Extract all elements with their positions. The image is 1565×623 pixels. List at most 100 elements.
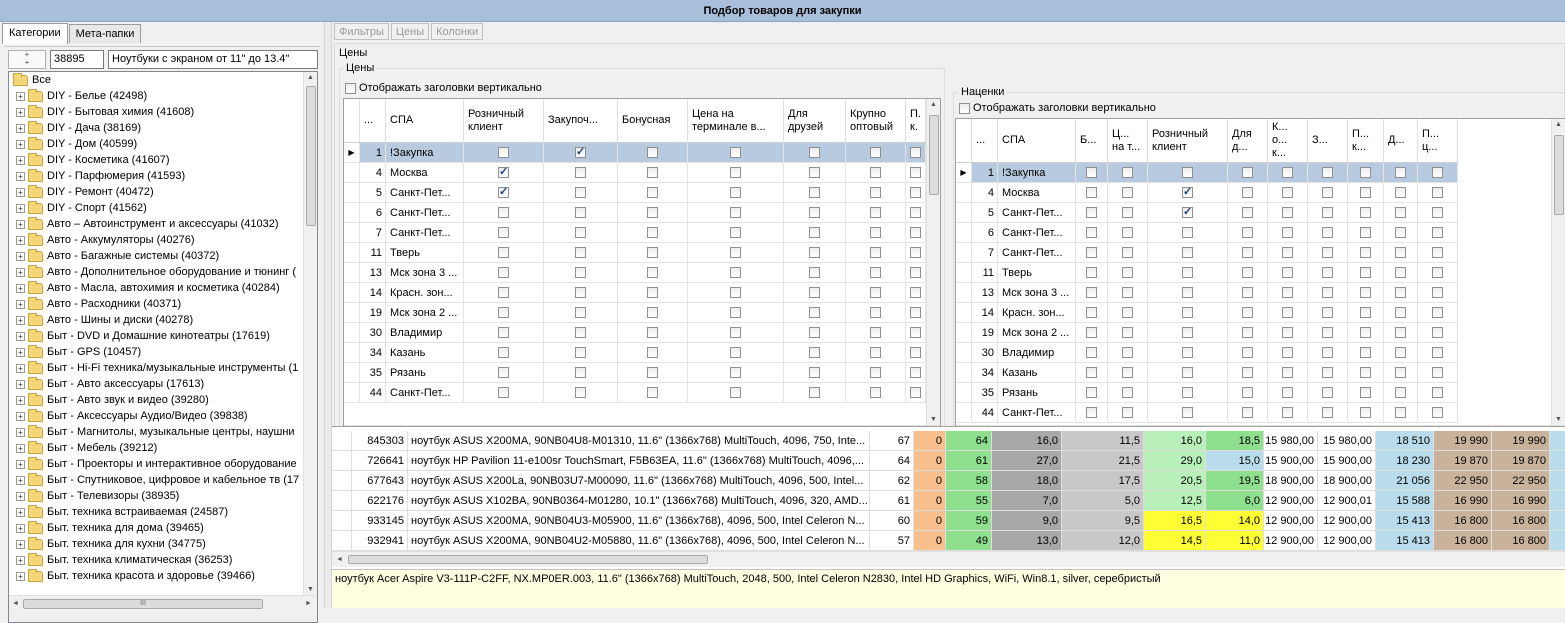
tree-item[interactable]: + Быт. техника встраиваемая (24587) [9, 504, 305, 520]
grid-row[interactable]: 19 Мск зона 2 ... [956, 323, 1458, 343]
tree-item[interactable]: + Быт. техника климатическая (36253) [9, 552, 305, 568]
grid-row[interactable]: 7 Санкт-Пет... [344, 223, 926, 243]
tree-item[interactable]: + DIY - Дача (38169) [9, 120, 305, 136]
checkbox[interactable] [575, 187, 586, 198]
checkbox[interactable] [910, 247, 921, 258]
checkbox[interactable] [575, 145, 586, 158]
checkbox[interactable] [870, 227, 881, 238]
checkbox[interactable] [498, 387, 509, 398]
checkbox[interactable] [1182, 307, 1193, 318]
column-header[interactable]: П. к. [906, 99, 926, 142]
category-name-field[interactable]: Ноутбуки с экраном от 11" до 13.4" [108, 50, 318, 69]
checkbox[interactable] [870, 187, 881, 198]
grid-row[interactable]: ▶ 1 !Закупка [344, 143, 926, 163]
checkbox[interactable] [809, 387, 820, 398]
products-hscroll-thumb[interactable] [348, 555, 708, 564]
column-header[interactable]: Бонусная [618, 99, 688, 142]
prices-vertical-scrollbar[interactable]: ▲ ▼ [926, 99, 940, 425]
expand-plus-icon[interactable]: + [16, 379, 25, 389]
checkbox[interactable] [870, 347, 881, 358]
tree-item[interactable]: + Авто - Расходники (40371) [9, 296, 305, 312]
checkbox[interactable] [1086, 247, 1097, 258]
checkbox[interactable] [1122, 247, 1133, 258]
product-row[interactable]: 845303 ноутбук ASUS X200MA, 90NB04U8-M013… [332, 431, 1565, 451]
checkbox[interactable] [809, 267, 820, 278]
checkbox[interactable] [575, 227, 586, 238]
tree-root[interactable]: Все [9, 72, 305, 88]
checkbox[interactable] [498, 185, 509, 198]
checkbox[interactable] [647, 227, 658, 238]
checkbox[interactable] [1242, 187, 1253, 198]
tree-item[interactable]: + Быт - Спутниковое, цифровое и кабельное… [9, 472, 305, 488]
checkbox[interactable] [498, 247, 509, 258]
checkbox[interactable] [1182, 227, 1193, 238]
checkbox[interactable] [1360, 247, 1371, 258]
expand-plus-icon[interactable]: + [16, 459, 25, 469]
expand-plus-icon[interactable]: + [16, 523, 25, 533]
checkbox[interactable] [1395, 187, 1406, 198]
checkbox[interactable] [1282, 247, 1293, 258]
tree-item[interactable]: + DIY - Спорт (41562) [9, 200, 305, 216]
checkbox[interactable] [1122, 307, 1133, 318]
checkbox[interactable] [1086, 307, 1097, 318]
checkbox[interactable] [1432, 367, 1443, 378]
scroll-left-icon[interactable]: ◄ [12, 600, 19, 607]
checkbox[interactable] [1242, 167, 1253, 178]
checkbox[interactable] [647, 287, 658, 298]
checkbox[interactable] [730, 267, 741, 278]
tree-item[interactable]: + Быт - Аксессуары Аудио/Видео (39838) [9, 408, 305, 424]
tree-item[interactable]: + DIY - Дом (40599) [9, 136, 305, 152]
checkbox[interactable] [910, 167, 921, 178]
checkbox[interactable] [1122, 327, 1133, 338]
checkbox[interactable] [910, 327, 921, 338]
checkbox[interactable] [1242, 327, 1253, 338]
checkbox[interactable] [1122, 267, 1133, 278]
checkbox[interactable] [498, 307, 509, 318]
checkbox[interactable] [1086, 187, 1097, 198]
grid-row[interactable]: 13 Мск зона 3 ... [344, 263, 926, 283]
checkbox[interactable] [1432, 267, 1443, 278]
grid-row[interactable]: 4 Москва [344, 163, 926, 183]
checkbox[interactable] [1395, 227, 1406, 238]
column-header[interactable]: СПА [386, 99, 464, 142]
checkbox[interactable] [1360, 267, 1371, 278]
expand-plus-icon[interactable]: + [16, 555, 25, 565]
checkbox[interactable] [809, 287, 820, 298]
checkbox[interactable] [1182, 205, 1193, 218]
tree-item[interactable]: + Быт - Мебель (39212) [9, 440, 305, 456]
checkbox[interactable] [959, 102, 970, 114]
expand-plus-icon[interactable]: + [16, 219, 25, 229]
expand-plus-icon[interactable]: + [16, 123, 25, 133]
checkbox[interactable] [1122, 187, 1133, 198]
checkbox[interactable] [730, 247, 741, 258]
checkbox[interactable] [910, 367, 921, 378]
checkbox[interactable] [1122, 227, 1133, 238]
tree-item[interactable]: + Быт. техника красота и здоровье (39466) [9, 568, 305, 584]
checkbox[interactable] [1242, 247, 1253, 258]
checkbox[interactable] [1432, 247, 1443, 258]
checkbox[interactable] [575, 207, 586, 218]
checkbox[interactable] [870, 307, 881, 318]
tree-item[interactable]: + Авто - Дополнительное оборудование и тю… [9, 264, 305, 280]
checkbox[interactable] [1086, 407, 1097, 418]
expand-plus-icon[interactable]: + [16, 315, 25, 325]
checkbox[interactable] [575, 287, 586, 298]
grid-row[interactable]: 44 Санкт-Пет... [344, 383, 926, 403]
checkbox[interactable] [1432, 287, 1443, 298]
scroll-up-icon[interactable]: ▲ [1552, 121, 1565, 128]
column-header[interactable]: Б... [1076, 119, 1108, 162]
checkbox[interactable] [910, 307, 921, 318]
tree-item[interactable]: + Авто - Багажные системы (40372) [9, 248, 305, 264]
tree-item[interactable]: + Быт - GPS (10457) [9, 344, 305, 360]
checkbox[interactable] [1322, 167, 1333, 178]
checkbox[interactable] [1122, 207, 1133, 218]
expand-plus-icon[interactable]: + [16, 107, 25, 117]
checkbox[interactable] [809, 167, 820, 178]
checkbox[interactable] [1360, 207, 1371, 218]
checkbox[interactable] [1282, 187, 1293, 198]
checkbox[interactable] [809, 207, 820, 218]
grid-row[interactable]: 35 Рязань [956, 383, 1458, 403]
checkbox[interactable] [647, 187, 658, 198]
checkbox[interactable] [870, 147, 881, 158]
checkbox[interactable] [1086, 267, 1097, 278]
